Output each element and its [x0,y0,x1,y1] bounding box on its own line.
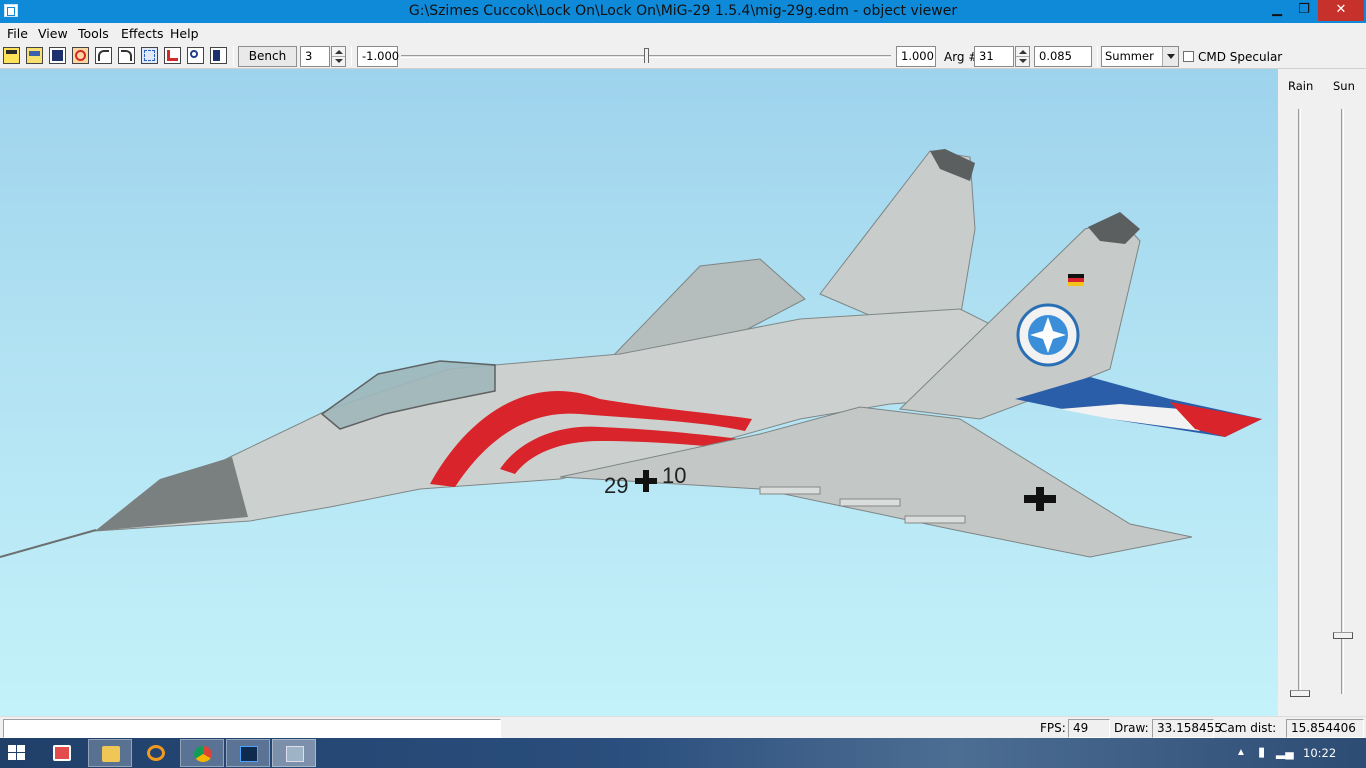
aircraft-far-tail [819,150,976,325]
arg-min-input[interactable]: -1.000 [357,46,399,67]
windows-start-icon[interactable] [8,745,26,761]
arg-number-spinner[interactable] [1015,46,1030,67]
menu-effects[interactable]: Effects [121,26,164,41]
cam-dist-label: Cam dist: [1219,721,1277,735]
sun-label: Sun [1333,79,1355,93]
menu-view[interactable]: View [38,26,68,41]
status-bar: FPS: 49 Draw: 33.158455 Cam dist: 15.854… [0,716,1366,738]
open-icon[interactable] [3,47,20,64]
menu-file[interactable]: File [7,26,28,41]
toolbar: Bench 3 -1.000 1.000 Arg # 31 0.085 Summ… [0,43,1366,69]
arg-value-input[interactable]: 0.085 [1034,46,1092,67]
draw-value: 33.158455 [1152,719,1222,738]
tail-flag-stripe [1068,278,1084,282]
cmd-specular-checkbox[interactable] [1183,51,1194,62]
fuselage-number-right: 10 [662,463,686,488]
rain-slider-track[interactable] [1298,109,1301,694]
rain-slider-thumb[interactable] [1290,690,1310,697]
window-title: G:\Szimes Cuccok\Lock On\Lock On\MiG-29 … [408,3,958,19]
redo-icon[interactable] [118,47,135,64]
rain-label: Rain [1288,79,1314,93]
taskbar-app-photoshop[interactable] [226,739,270,767]
properties-icon[interactable] [210,47,227,64]
photoshop-icon [240,746,258,762]
arg-slider-thumb[interactable] [644,48,649,63]
aircraft-pylon [904,515,966,524]
sun-slider-thumb[interactable] [1333,631,1353,639]
aircraft-pylon [759,486,821,495]
media-icon [147,745,165,761]
menu-help[interactable]: Help [170,26,199,41]
arg-max-input[interactable]: 1.000 [896,46,936,67]
battery-icon[interactable]: ▮ [1258,744,1265,760]
fuselage-number-left: 29 [604,473,628,498]
fps-value: 49 [1068,719,1110,738]
chrome-icon [194,746,212,762]
taskbar-clock[interactable]: 10:22 [1303,746,1336,760]
edit-icon[interactable] [49,47,66,64]
toolbar-separator [351,46,352,66]
taskbar-app-object-viewer[interactable] [272,739,316,767]
cmd-specular-label: CMD Specular [1198,50,1283,64]
taskbar-app-file-manager[interactable] [88,739,132,767]
chevron-down-icon[interactable] [1162,47,1178,66]
undo-icon[interactable] [95,47,112,64]
explorer-icon [53,745,71,761]
run-icon[interactable] [164,47,181,64]
tail-flag [1068,274,1084,278]
bench-count-input[interactable]: 3 [300,46,330,67]
environment-panel: Rain Sun [1278,69,1366,716]
toolbar-separator [1097,46,1098,66]
aircraft-model: 29 10 [0,149,1262,558]
title-bar: G:\Szimes Cuccok\Lock On\Lock On\MiG-29 … [0,0,1366,23]
aircraft-pitot [0,529,97,558]
sun-slider-track[interactable] [1341,109,1344,694]
network-icon[interactable]: ▂▄ [1276,745,1294,759]
taskbar-app-chrome[interactable] [180,739,224,767]
fps-label: FPS: [1040,721,1066,735]
menu-tools[interactable]: Tools [78,26,109,41]
cam-dist-value: 15.854406 [1286,719,1364,738]
animation-icon[interactable] [72,47,89,64]
arg-number-input[interactable]: 31 [974,46,1014,67]
3d-viewport[interactable]: 29 10 [0,69,1278,716]
wireframe-icon[interactable] [141,47,158,64]
taskbar-app-media[interactable] [134,739,178,767]
zoom-icon[interactable] [187,47,204,64]
season-select-value: Summer [1105,49,1154,63]
draw-label: Draw: [1114,721,1149,735]
taskbar: ▲ ▮ ▂▄ 10:22 [0,738,1366,768]
close-button[interactable]: ✕ [1318,0,1364,21]
status-message [3,719,501,738]
folder-icon [102,746,120,762]
bench-count-spinner[interactable] [331,46,346,67]
taskbar-app-explorer[interactable] [40,739,84,767]
viewer-icon [286,746,304,762]
save-icon[interactable] [26,47,43,64]
tail-flag-stripe [1068,282,1084,286]
bench-button[interactable]: Bench [238,46,297,67]
menu-bar: File View Tools Effects Help [0,23,1366,43]
season-select[interactable]: Summer [1101,46,1179,67]
tray-chevron-icon[interactable]: ▲ [1236,747,1246,758]
minimize-button[interactable]: ▁ [1264,0,1290,21]
toolbar-separator [233,46,234,66]
maximize-button[interactable]: ❐ [1291,0,1317,21]
aircraft-pylon [839,498,901,507]
